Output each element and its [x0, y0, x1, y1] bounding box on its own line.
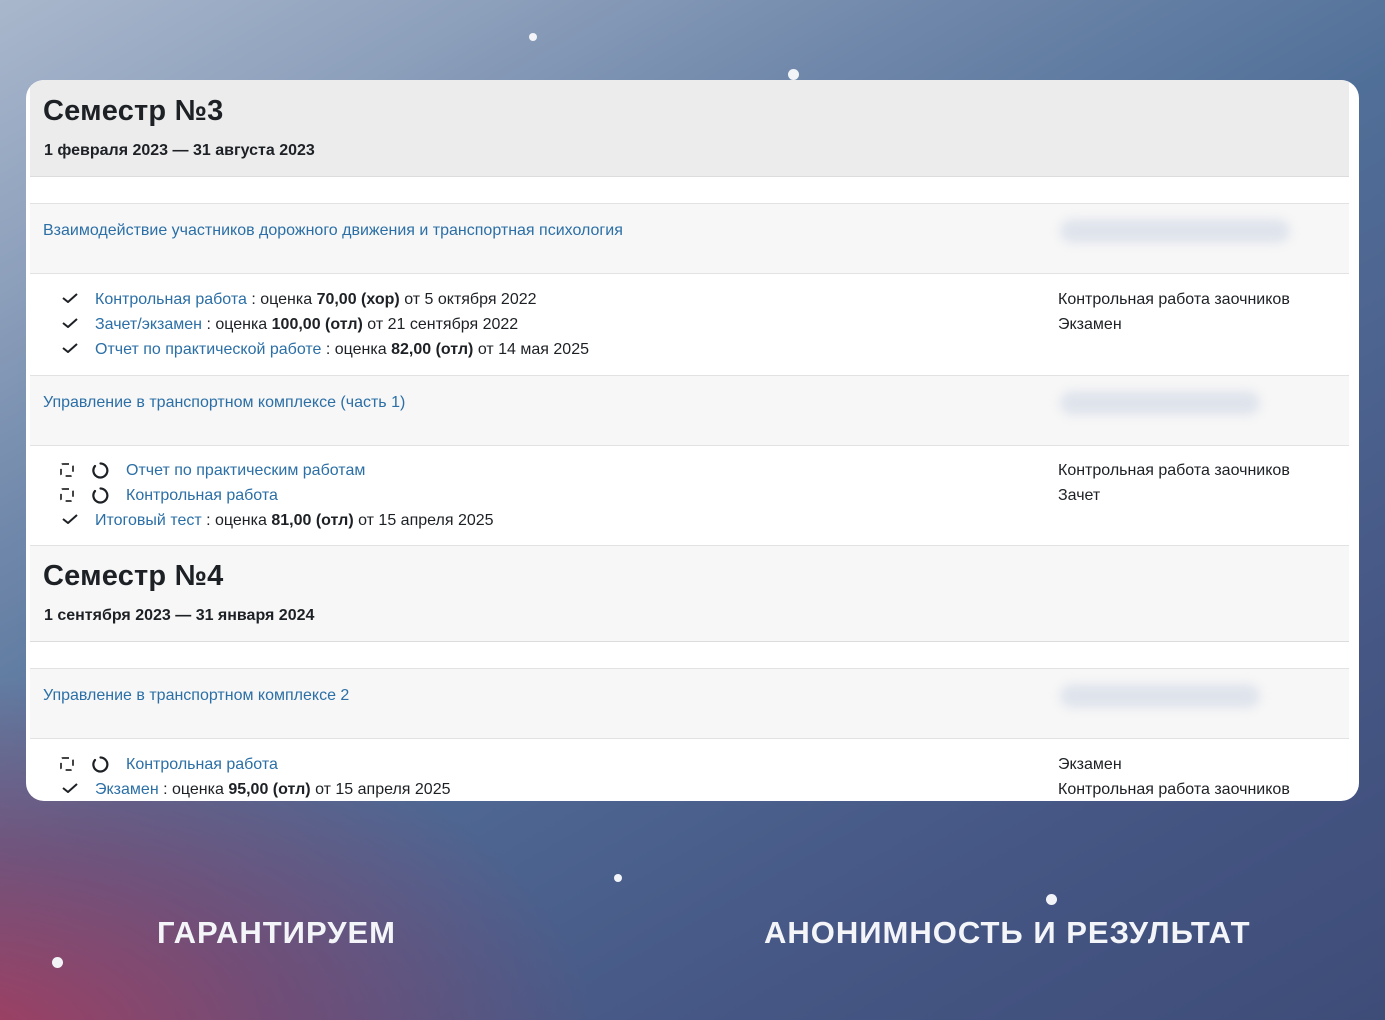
decor-dot — [529, 33, 537, 41]
semester-dates: 1 февраля 2023 — 31 августа 2023 — [44, 142, 315, 159]
course-link[interactable]: Управление в транспортном комплексе (час… — [43, 394, 405, 412]
grade-date: от 15 апреля 2025 — [310, 781, 451, 798]
grade-value: 95,00 (отл) — [228, 781, 311, 798]
semester-title: Семестр №3 — [43, 95, 224, 127]
pending-icon — [92, 756, 109, 773]
course-row: Взаимодействие участников дорожного движ… — [30, 203, 1349, 274]
blurred-teacher — [1060, 219, 1290, 243]
grade-date: от 14 мая 2025 — [473, 341, 589, 358]
check-icon — [62, 343, 78, 353]
grade-prefix: : оценка — [246, 291, 317, 308]
list-item: Отчет по практическим работам Контрольна… — [26, 458, 1359, 483]
course-row: Управление в транспортном комплексе 2 — [30, 668, 1349, 739]
list-item: Экзамен : оценка 95,00 (отл) от 15 апрел… — [26, 777, 1359, 801]
assignment-link[interactable]: Контрольная работа — [126, 487, 278, 504]
assignment-type: Контрольная работа заочников — [1058, 462, 1290, 479]
checkbox-icon[interactable] — [60, 757, 74, 771]
assignment-link[interactable]: Контрольная работа — [95, 291, 247, 308]
blurred-teacher — [1060, 684, 1260, 708]
decor-dot — [1046, 894, 1057, 905]
list-item: Контрольная работа Зачет — [26, 483, 1359, 508]
semester-header: Семестр №3 1 февраля 2023 — 31 августа 2… — [30, 80, 1349, 177]
assignment-link[interactable]: Экзамен — [95, 781, 159, 798]
semester-header: Семестр №4 1 сентября 2023 — 31 января 2… — [30, 545, 1349, 642]
assignment-link[interactable]: Итоговый тест — [95, 512, 202, 529]
slogan-left: ГАРАНТИРУЕМ — [157, 915, 397, 950]
course-link[interactable]: Управление в транспортном комплексе 2 — [43, 687, 349, 705]
grade-value: 70,00 (хор) — [316, 291, 400, 308]
grade-date: от 21 сентября 2022 — [362, 316, 519, 333]
grade-prefix: : оценка — [158, 781, 229, 798]
semester-title: Семестр №4 — [43, 560, 224, 592]
check-icon — [62, 318, 78, 328]
assignment-link[interactable]: Отчет по практической работе — [95, 341, 321, 358]
grade-value: 82,00 (отл) — [391, 341, 474, 358]
decor-dot — [52, 957, 63, 968]
assignment-link[interactable]: Зачет/экзамен — [95, 316, 202, 333]
check-icon — [62, 514, 78, 524]
decor-dot — [788, 69, 799, 80]
grade-prefix: : оценка — [321, 341, 392, 358]
semester-dates: 1 сентября 2023 — 31 января 2024 — [44, 607, 315, 624]
blurred-teacher — [1060, 391, 1260, 415]
slogan-right: АНОНИМНОСТЬ И РЕЗУЛЬТАТ — [764, 915, 1251, 950]
assignment-type: Контрольная работа заочников — [1058, 291, 1290, 308]
grade-value: 81,00 (отл) — [271, 512, 354, 529]
pending-icon — [92, 462, 109, 479]
assignment-type: Экзамен — [1058, 316, 1122, 333]
assignment-type: Контрольная работа заочников — [1058, 781, 1290, 798]
check-icon — [62, 783, 78, 793]
course-link[interactable]: Взаимодействие участников дорожного движ… — [43, 222, 623, 240]
list-item: Контрольная работа Экзамен — [26, 752, 1359, 777]
assignment-link[interactable]: Отчет по практическим работам — [126, 462, 365, 479]
grade-prefix: : оценка — [202, 316, 272, 333]
grades-panel: Семестр №3 1 февраля 2023 — 31 августа 2… — [26, 80, 1359, 801]
grade-date: от 15 апреля 2025 — [353, 512, 494, 529]
assignment-type: Экзамен — [1058, 756, 1122, 773]
grade-prefix: : оценка — [201, 512, 272, 529]
list-item: Отчет по практической работе : оценка 82… — [26, 337, 1359, 362]
list-item: Зачет/экзамен : оценка 100,00 (отл) от 2… — [26, 312, 1359, 337]
list-item: Контрольная работа : оценка 70,00 (хор) … — [26, 287, 1359, 312]
pending-icon — [92, 487, 109, 504]
course-row: Управление в транспортном комплексе (час… — [30, 375, 1349, 446]
assignment-link[interactable]: Контрольная работа — [126, 756, 278, 773]
check-icon — [62, 293, 78, 303]
checkbox-icon[interactable] — [60, 463, 74, 477]
grade-date: от 5 октября 2022 — [399, 291, 537, 308]
checkbox-icon[interactable] — [60, 488, 74, 502]
assignment-type: Зачет — [1058, 487, 1101, 504]
list-item: Итоговый тест : оценка 81,00 (отл) от 15… — [26, 508, 1359, 533]
grade-value: 100,00 (отл) — [271, 316, 363, 333]
decor-dot — [614, 874, 622, 882]
